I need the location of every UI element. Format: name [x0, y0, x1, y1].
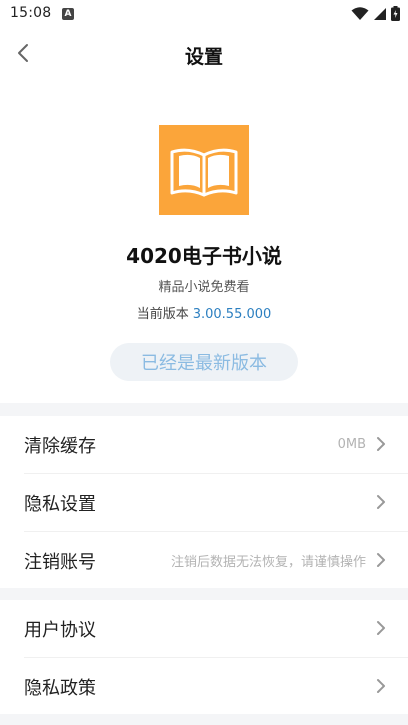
section-divider: [0, 714, 408, 725]
version-number: 3.00.55.000: [192, 307, 272, 322]
delete-account-warning: 注销后数据无法恢复，请谨慎操作: [170, 555, 366, 570]
chevron-right-icon: [377, 437, 385, 451]
clear-cache-label: 清除缓存: [24, 435, 96, 457]
chevron-right-icon: [377, 495, 385, 509]
privacy-settings-item[interactable]: 隐私设置: [0, 474, 408, 531]
clear-cache-item[interactable]: 清除缓存 0MB: [0, 416, 408, 473]
chevron-right-icon: [377, 679, 385, 693]
update-status-button[interactable]: 已经是最新版本: [110, 343, 298, 381]
app-name: 4020电子书小说: [126, 244, 282, 268]
privacy-policy-item[interactable]: 隐私政策: [0, 658, 408, 715]
app-version: 当前版本 3.00.55.000: [0, 303, 408, 322]
app-slogan: 精品小说免费看: [158, 280, 250, 295]
chevron-right-icon: [377, 621, 385, 635]
chevron-right-icon: [377, 553, 385, 567]
cache-size-value: 0MB: [337, 437, 366, 452]
delete-account-label: 注销账号: [24, 551, 96, 573]
status-time: 15:08: [10, 5, 52, 21]
open-book-icon: [170, 148, 238, 197]
notification-icon: A: [62, 8, 74, 20]
user-agreement-label: 用户协议: [24, 619, 96, 641]
section-divider: [0, 588, 408, 600]
signal-icon: [374, 7, 386, 20]
privacy-settings-label: 隐私设置: [24, 493, 96, 515]
version-label: 当前版本: [136, 307, 189, 322]
battery-icon: [391, 6, 400, 21]
section-divider: [0, 403, 408, 416]
user-agreement-item[interactable]: 用户协议: [0, 600, 408, 657]
privacy-policy-label: 隐私政策: [24, 677, 96, 699]
app-logo: [159, 125, 249, 215]
wifi-icon: [351, 6, 369, 20]
status-icons: [351, 6, 400, 21]
page-title: 设置: [184, 46, 223, 68]
header: 设置: [0, 28, 408, 80]
delete-account-item[interactable]: 注销账号 注销后数据无法恢复，请谨慎操作: [0, 532, 408, 589]
status-bar: 15:08 A: [0, 0, 408, 28]
